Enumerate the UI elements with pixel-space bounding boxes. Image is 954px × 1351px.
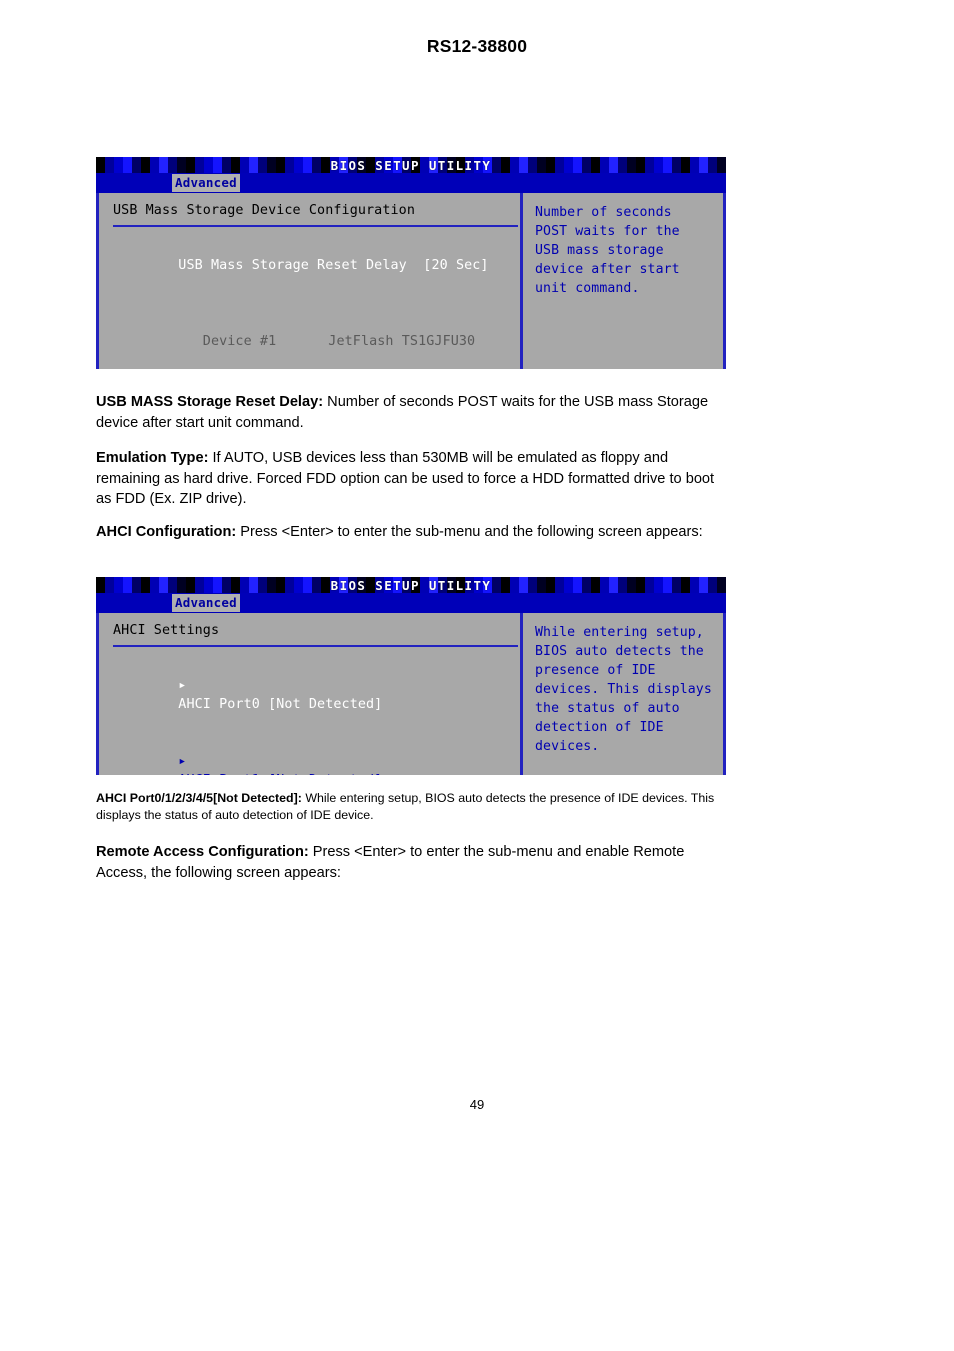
bios-settings-pane: AHCI Settings ▸ AHCI Port0 [Not Detected… [99,613,523,775]
paragraph-usb-reset-delay: USB MASS Storage Reset Delay: Number of … [96,392,728,433]
help-line: Number of seconds [535,205,672,220]
ahci-port-row-1[interactable]: ▸ AHCI Port1 [Not Detected] [113,733,520,775]
bios-body: USB Mass Storage Device Configuration US… [96,193,726,369]
paragraph-term-a: AHCI Port0/1/2/3/4/5 [96,791,214,805]
ahci-port-row-0[interactable]: ▸ AHCI Port0 [Not Detected] [113,657,520,733]
menu-tab-advanced[interactable]: Advanced [172,174,240,192]
bios-menubar: Advanced [96,173,726,193]
setting-row-device-1: Device #1 JetFlash TS1GJFU30 [113,313,520,369]
help-line: devices. This displays [535,682,712,697]
bios-settings-pane: USB Mass Storage Device Configuration US… [99,193,523,369]
paragraph-term-b: [Not Detected]: [213,791,302,805]
help-line: device after start [535,262,680,277]
paragraph-ahci-ports: AHCI Port0/1/2/3/4/5[Not Detected]: Whil… [96,790,728,824]
setting-row-reset-delay[interactable]: USB Mass Storage Reset Delay [20 Sec] [113,237,520,294]
paragraph-term: AHCI Configuration: [96,524,237,540]
bios-titlebar: BIOS SETUP UTILITY [96,577,726,593]
submenu-arrow-icon: ▸ [178,754,187,769]
help-line: While entering setup, [535,625,704,640]
paragraph-emulation-type: Emulation Type: If AUTO, USB devices les… [96,448,728,510]
bios-screenshot-ahci-settings: BIOS SETUP UTILITY Advanced AHCI Setting… [96,577,726,775]
help-line: USB mass storage [535,243,664,258]
heading-divider [113,645,518,647]
bios-screenshot-usb-mass-storage: BIOS SETUP UTILITY Advanced USB Mass Sto… [96,157,726,369]
help-line: the status of auto [535,701,680,716]
help-line: POST waits for the [535,224,680,239]
settings-pane-heading: AHCI Settings [113,623,220,638]
paragraph-text: Press <Enter> to enter the sub-menu and … [236,524,703,540]
paragraph-term: Remote Access Configuration: [96,844,309,860]
device-label: Device #1 [178,334,277,349]
bios-menubar: Advanced [96,593,726,613]
ahci-port-label: AHCI Port0 [Not Detected] [178,697,383,712]
submenu-arrow-icon: ▸ [178,678,187,693]
paragraph-term: Emulation Type: [96,450,209,466]
heading-divider [113,225,518,227]
paragraph-term: USB MASS Storage Reset Delay: [96,394,324,410]
settings-pane-heading: USB Mass Storage Device Configuration [113,203,415,218]
bios-title-text: BIOS SETUP UTILITY [330,157,492,173]
ahci-port-label: AHCI Port1 [Not Detected] [178,773,382,775]
setting-value: [20 Sec] [423,258,489,273]
bios-help-pane: While entering setup, BIOS auto detects … [523,613,723,775]
menu-tab-advanced[interactable]: Advanced [172,594,240,612]
paragraph-ahci-configuration: AHCI Configuration: Press <Enter> to ent… [96,522,728,543]
bios-help-pane: Number of seconds POST waits for the USB… [523,193,723,369]
help-line: devices. [535,739,600,754]
help-line: BIOS auto detects the [535,644,704,659]
row-spacer [113,294,520,313]
page-number: 49 [469,1097,485,1112]
help-line: unit command. [535,281,640,296]
bios-titlebar: BIOS SETUP UTILITY [96,157,726,173]
setting-label: USB Mass Storage Reset Delay [178,258,407,273]
device-value: JetFlash TS1GJFU30 [328,334,476,349]
help-line: presence of IDE [535,663,656,678]
help-line: detection of IDE [535,720,664,735]
page-title: RS12-38800 [426,36,528,56]
paragraph-remote-access: Remote Access Configuration: Press <Ente… [96,842,728,883]
bios-title-text: BIOS SETUP UTILITY [330,577,492,593]
bios-body: AHCI Settings ▸ AHCI Port0 [Not Detected… [96,613,726,775]
